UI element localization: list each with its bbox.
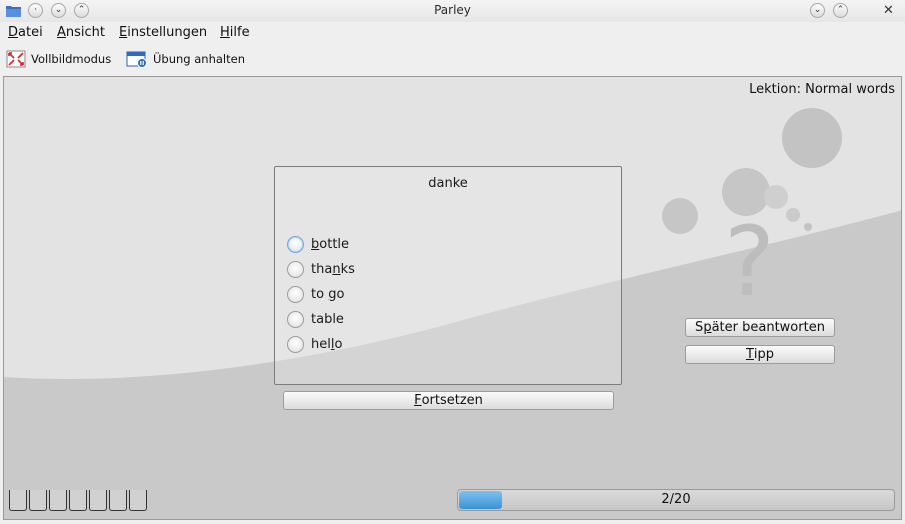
pause-practice-button[interactable]: Übung anhalten xyxy=(126,48,245,70)
maximize-icon[interactable]: ⌃ xyxy=(833,3,848,18)
svg-text:?: ? xyxy=(724,206,775,318)
option-label: bottle xyxy=(311,236,350,252)
continue-button[interactable]: Fortsetzen xyxy=(283,391,614,410)
title-bar: · ⌄ ⌃ Parley ⌄ ⌃ ✕ xyxy=(0,0,905,22)
answer-later-button[interactable]: Sp äter beantworten xyxy=(685,318,835,337)
menu-hilfe[interactable]: Hilfe xyxy=(220,25,250,40)
minimize-icon[interactable]: ⌄ xyxy=(810,3,825,18)
radio-button[interactable] xyxy=(287,235,304,253)
leitner-box-indicators xyxy=(9,490,149,511)
menu-bar: Datei Ansicht Einstellungen Hilfe xyxy=(0,22,905,44)
box-slot xyxy=(109,490,127,511)
box-slot xyxy=(29,490,47,511)
box-slot xyxy=(9,490,27,511)
progress-bar: 2/20 xyxy=(457,489,895,511)
hint-button[interactable]: Tipp xyxy=(685,345,835,364)
question-word: danke xyxy=(428,176,468,191)
close-icon[interactable]: ✕ xyxy=(881,3,896,18)
fullscreen-label: Vollbildmodus xyxy=(31,52,112,66)
option-label: thanks xyxy=(311,261,355,277)
answer-option-5[interactable]: hello xyxy=(287,334,342,354)
menu-einstellungen[interactable]: Einstellungen xyxy=(119,25,207,40)
lesson-label: Lektion: Normal words xyxy=(749,82,895,97)
pause-label: Übung anhalten xyxy=(153,52,245,66)
radio-button[interactable] xyxy=(287,310,304,328)
box-slot xyxy=(129,490,147,511)
menu-datei[interactable]: Datei xyxy=(8,25,43,40)
multiple-choice-box: danke bottle thanks to go table hello xyxy=(274,166,622,385)
answer-option-1[interactable]: bottle xyxy=(287,234,349,254)
window-title: Parley xyxy=(434,3,471,17)
fullscreen-button[interactable]: Vollbildmodus xyxy=(6,48,111,70)
answer-option-4[interactable]: table xyxy=(287,309,344,329)
radio-button[interactable] xyxy=(287,335,304,353)
practice-area: ? Lektion: Normal words danke bottle tha… xyxy=(3,76,902,520)
radio-button[interactable] xyxy=(287,285,304,303)
answer-option-3[interactable]: to go xyxy=(287,284,344,304)
radio-button[interactable] xyxy=(287,260,304,278)
option-label: hello xyxy=(311,336,343,352)
option-label: to go xyxy=(311,286,345,302)
answer-option-2[interactable]: thanks xyxy=(287,259,355,279)
option-label: table xyxy=(311,311,344,327)
progress-text: 2/20 xyxy=(661,492,691,507)
fullscreen-icon xyxy=(6,50,26,68)
toolbar: Vollbildmodus Übung anhalten xyxy=(0,44,905,74)
pause-window-icon xyxy=(126,51,147,68)
menu-ansicht[interactable]: Ansicht xyxy=(57,25,105,40)
box-slot xyxy=(89,490,107,511)
box-slot xyxy=(49,490,67,511)
box-slot xyxy=(69,490,87,511)
